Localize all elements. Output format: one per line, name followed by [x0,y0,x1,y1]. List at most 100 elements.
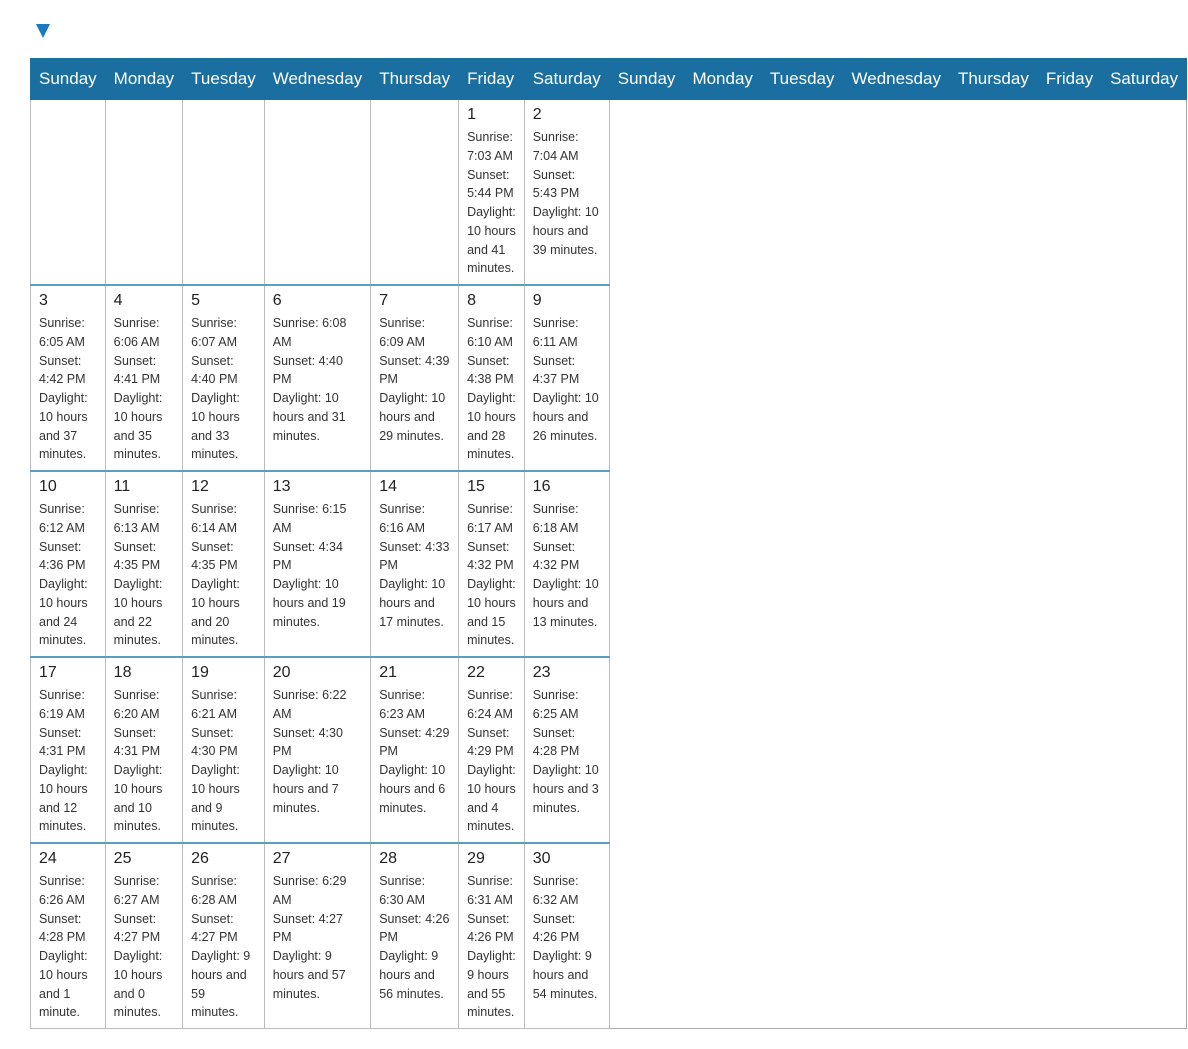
day-number: 26 [191,850,256,868]
calendar-cell: 2 Sunrise: 7:04 AM Sunset: 5:43 PM Daylig… [524,100,609,286]
day-info: Sunrise: 6:23 AM Sunset: 4:29 PM Dayligh… [379,686,450,817]
calendar-cell: 1Sunrise: 7:03 AM Sunset: 5:44 PM Daylig… [459,100,525,286]
day-number: 13 [273,478,362,496]
calendar-cell: 22 Sunrise: 6:24 AM Sunset: 4:29 PM Dayli… [459,657,525,843]
day-number: 8 [467,292,516,310]
calendar-cell [371,100,459,286]
day-number: 10 [39,478,97,496]
weekday-header-monday: Monday [684,59,761,100]
day-number: 24 [39,850,97,868]
calendar-row-4: 24 Sunrise: 6:26 AM Sunset: 4:28 PM Dayli… [31,843,1187,1029]
day-number: 23 [533,664,601,682]
calendar-cell: 20 Sunrise: 6:22 AM Sunset: 4:30 PM Dayli… [264,657,370,843]
day-info: Sunrise: 7:04 AM Sunset: 5:43 PM Dayligh… [533,128,601,259]
calendar-cell: 24 Sunrise: 6:26 AM Sunset: 4:28 PM Dayli… [31,843,106,1029]
day-number: 22 [467,664,516,682]
logo [30,20,54,38]
day-number: 27 [273,850,362,868]
day-info: Sunrise: 6:13 AM Sunset: 4:35 PM Dayligh… [114,500,174,650]
day-info: Sunrise: 6:30 AM Sunset: 4:26 PM Dayligh… [379,872,450,1003]
day-info: Sunrise: 6:19 AM Sunset: 4:31 PM Dayligh… [39,686,97,836]
day-number: 21 [379,664,450,682]
day-info: Sunrise: 6:16 AM Sunset: 4:33 PM Dayligh… [379,500,450,631]
weekday-header-wednesday: Wednesday [264,59,370,100]
calendar-cell: 21 Sunrise: 6:23 AM Sunset: 4:29 PM Dayli… [371,657,459,843]
day-number: 20 [273,664,362,682]
calendar-cell: 19Sunrise: 6:21 AM Sunset: 4:30 PM Dayli… [183,657,265,843]
day-number: 15 [467,478,516,496]
day-number: 29 [467,850,516,868]
day-info: Sunrise: 6:17 AM Sunset: 4:32 PM Dayligh… [467,500,516,650]
day-info: Sunrise: 6:18 AM Sunset: 4:32 PM Dayligh… [533,500,601,631]
weekday-header-tuesday: Tuesday [183,59,265,100]
calendar-cell: 10 Sunrise: 6:12 AM Sunset: 4:36 PM Dayli… [31,471,106,657]
calendar-cell [105,100,182,286]
calendar-cell: 9 Sunrise: 6:11 AM Sunset: 4:37 PM Daylig… [524,285,609,471]
day-number: 9 [533,292,601,310]
weekday-header-sunday: Sunday [609,59,684,100]
day-info: Sunrise: 7:03 AM Sunset: 5:44 PM Dayligh… [467,128,516,278]
day-info: Sunrise: 6:07 AM Sunset: 4:40 PM Dayligh… [191,314,256,464]
calendar-cell: 8Sunrise: 6:10 AM Sunset: 4:38 PM Daylig… [459,285,525,471]
weekday-header-thursday: Thursday [949,59,1037,100]
day-info: Sunrise: 6:26 AM Sunset: 4:28 PM Dayligh… [39,872,97,1022]
day-info: Sunrise: 6:25 AM Sunset: 4:28 PM Dayligh… [533,686,601,817]
calendar-cell: 28Sunrise: 6:30 AM Sunset: 4:26 PM Dayli… [371,843,459,1029]
calendar-cell: 3 Sunrise: 6:05 AM Sunset: 4:42 PM Daylig… [31,285,106,471]
day-info: Sunrise: 6:24 AM Sunset: 4:29 PM Dayligh… [467,686,516,836]
calendar-row-2: 10 Sunrise: 6:12 AM Sunset: 4:36 PM Dayli… [31,471,1187,657]
calendar-cell: 4Sunrise: 6:06 AM Sunset: 4:41 PM Daylig… [105,285,182,471]
day-info: Sunrise: 6:32 AM Sunset: 4:26 PM Dayligh… [533,872,601,1003]
weekday-header-friday: Friday [459,59,525,100]
day-info: Sunrise: 6:15 AM Sunset: 4:34 PM Dayligh… [273,500,362,631]
day-number: 16 [533,478,601,496]
day-info: Sunrise: 6:27 AM Sunset: 4:27 PM Dayligh… [114,872,174,1022]
weekday-header-monday: Monday [105,59,182,100]
weekday-header-sunday: Sunday [31,59,106,100]
day-info: Sunrise: 6:12 AM Sunset: 4:36 PM Dayligh… [39,500,97,650]
weekday-header-row: SundayMondayTuesdayWednesdayThursdayFrid… [31,59,1187,100]
day-number: 3 [39,292,97,310]
calendar-cell [264,100,370,286]
day-info: Sunrise: 6:08 AM Sunset: 4:40 PM Dayligh… [273,314,362,445]
weekday-header-wednesday: Wednesday [843,59,949,100]
day-number: 14 [379,478,450,496]
calendar-row-3: 17 Sunrise: 6:19 AM Sunset: 4:31 PM Dayli… [31,657,1187,843]
calendar-cell: 11Sunrise: 6:13 AM Sunset: 4:35 PM Dayli… [105,471,182,657]
day-number: 17 [39,664,97,682]
calendar-cell: 25 Sunrise: 6:27 AM Sunset: 4:27 PM Dayli… [105,843,182,1029]
weekday-header-saturday: Saturday [1102,59,1187,100]
day-info: Sunrise: 6:11 AM Sunset: 4:37 PM Dayligh… [533,314,601,445]
weekday-header-saturday: Saturday [524,59,609,100]
day-number: 18 [114,664,174,682]
day-number: 30 [533,850,601,868]
day-number: 7 [379,292,450,310]
calendar-cell: 5Sunrise: 6:07 AM Sunset: 4:40 PM Daylig… [183,285,265,471]
day-number: 4 [114,292,174,310]
calendar-cell: 27 Sunrise: 6:29 AM Sunset: 4:27 PM Dayli… [264,843,370,1029]
day-info: Sunrise: 6:22 AM Sunset: 4:30 PM Dayligh… [273,686,362,817]
calendar-cell: 17 Sunrise: 6:19 AM Sunset: 4:31 PM Dayli… [31,657,106,843]
day-number: 25 [114,850,174,868]
day-info: Sunrise: 6:09 AM Sunset: 4:39 PM Dayligh… [379,314,450,445]
calendar-cell: 15 Sunrise: 6:17 AM Sunset: 4:32 PM Dayli… [459,471,525,657]
calendar-cell: 14 Sunrise: 6:16 AM Sunset: 4:33 PM Dayli… [371,471,459,657]
calendar-cell: 6Sunrise: 6:08 AM Sunset: 4:40 PM Daylig… [264,285,370,471]
day-info: Sunrise: 6:20 AM Sunset: 4:31 PM Dayligh… [114,686,174,836]
calendar-cell [183,100,265,286]
page-header [30,20,1158,38]
day-info: Sunrise: 6:14 AM Sunset: 4:35 PM Dayligh… [191,500,256,650]
weekday-header-thursday: Thursday [371,59,459,100]
day-info: Sunrise: 6:29 AM Sunset: 4:27 PM Dayligh… [273,872,362,1003]
calendar-cell: 12Sunrise: 6:14 AM Sunset: 4:35 PM Dayli… [183,471,265,657]
calendar-cell: 16 Sunrise: 6:18 AM Sunset: 4:32 PM Dayli… [524,471,609,657]
day-info: Sunrise: 6:05 AM Sunset: 4:42 PM Dayligh… [39,314,97,464]
calendar-cell: 23 Sunrise: 6:25 AM Sunset: 4:28 PM Dayli… [524,657,609,843]
weekday-header-friday: Friday [1037,59,1101,100]
day-number: 2 [533,106,601,124]
calendar-table: SundayMondayTuesdayWednesdayThursdayFrid… [30,58,1187,1029]
day-info: Sunrise: 6:28 AM Sunset: 4:27 PM Dayligh… [191,872,256,1022]
calendar-cell: 7 Sunrise: 6:09 AM Sunset: 4:39 PM Daylig… [371,285,459,471]
day-number: 19 [191,664,256,682]
calendar-cell: 13 Sunrise: 6:15 AM Sunset: 4:34 PM Dayli… [264,471,370,657]
